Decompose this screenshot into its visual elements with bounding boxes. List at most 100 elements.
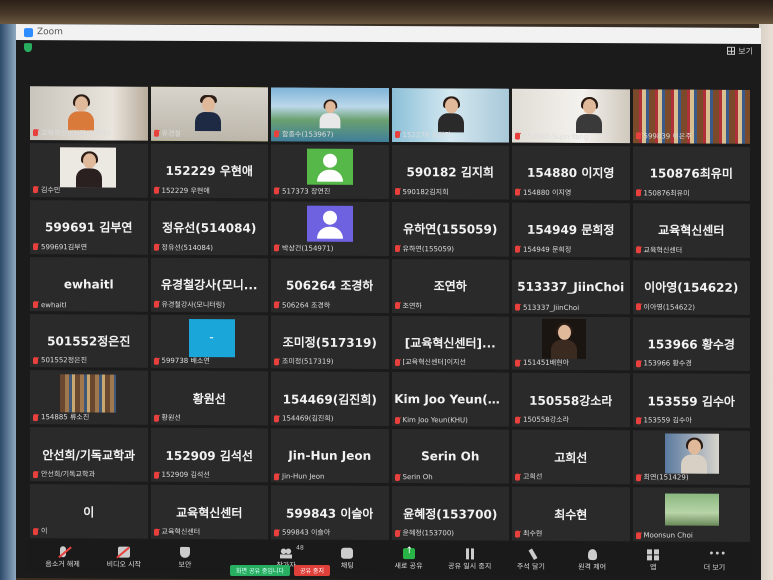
participant-tile[interactable]: 153680-Sujin Yang	[512, 88, 630, 144]
participant-name: [교육혁신센터]이지선	[402, 358, 466, 367]
muted-mic-icon	[153, 187, 159, 195]
participant-tile[interactable]: 안선희/기독교학과 안선희/기독교학과	[30, 427, 148, 482]
participant-name: 이	[41, 527, 48, 536]
muted-mic-icon	[153, 528, 159, 536]
participant-tile[interactable]: 최수현 최수현	[512, 486, 630, 542]
participant-display-name: Serin Oh	[421, 449, 480, 464]
participant-tile[interactable]: 151451배현아	[512, 316, 630, 371]
muted-mic-icon	[394, 416, 400, 424]
participant-display-name: Jin-Hun Jeon	[288, 448, 372, 464]
participant-tile[interactable]: 154469(김진희) 154469(김진희)	[271, 371, 389, 427]
pause-share-button[interactable]: 공유 일시 중지	[439, 548, 500, 571]
participant-tile[interactable]: 이이	[30, 484, 148, 539]
muted-mic-icon	[274, 473, 279, 481]
participant-name: Moonsun Choi	[643, 531, 693, 540]
unmute-button[interactable]: 음소거 해제	[32, 546, 93, 569]
participant-tile[interactable]: 박상건(154971)	[271, 201, 389, 256]
participant-tile[interactable]: 154880 이지영 154880 이지영	[512, 145, 630, 201]
participant-name: 150876최유미	[643, 189, 690, 198]
participant-tile[interactable]: 유경철강사(모니... 유경철강사(모니터링)	[150, 257, 268, 312]
participant-tile[interactable]: Serin Oh Serin Oh	[391, 429, 509, 484]
participant-display-name: 안선희/기독교학과	[42, 447, 136, 463]
security-button[interactable]: 보안	[154, 546, 215, 570]
encryption-shield-icon[interactable]	[24, 42, 32, 52]
more-button[interactable]: ••• 더 보기	[684, 549, 745, 573]
participant-tile[interactable]: 501552정은진 501552정은진	[30, 313, 148, 369]
participant-tile[interactable]: 513337_JiinChoi 513337_JiinChoi	[512, 259, 630, 314]
participant-tile[interactable]: 유하연(155059) 유하연(155059)	[391, 201, 509, 257]
participant-name-label: 152278 김현진	[394, 130, 507, 141]
muted-mic-icon	[635, 531, 641, 539]
participant-tile[interactable]: 506264 조경하 506264 조경하	[271, 258, 389, 313]
participant-tile[interactable]: -599738 배소연	[150, 314, 268, 369]
participant-name: 599839 이은주	[643, 132, 692, 141]
participant-name: 513337_JiinChoi	[523, 303, 580, 312]
participant-name-label: Jin-Hun Jeon	[274, 473, 386, 482]
participant-tile[interactable]: 150876최유미 150876최유미	[632, 146, 750, 201]
stop-share-button[interactable]: 공유 중지	[293, 565, 330, 576]
participant-name: 501552정은진	[41, 356, 88, 365]
participant-tile[interactable]: 정유선(514084) 정유선(514084)	[150, 200, 268, 255]
participant-tile[interactable]: 153559 김수아 153559 김수아	[632, 373, 750, 429]
participant-tile[interactable]: 김수민	[30, 142, 148, 198]
muted-mic-icon	[394, 302, 400, 310]
participant-tile[interactable]: 이아영(154622) 이아영(154622)	[632, 259, 750, 315]
participant-tile[interactable]: 고희선 고희선	[512, 429, 630, 485]
participant-tile[interactable]: ewhaitl ewhaitl	[30, 256, 148, 312]
participant-tile[interactable]: 152229 우현애 152229 우현애	[150, 143, 268, 199]
participant-tile[interactable]: 517373 장연진	[271, 144, 389, 199]
remote-control-label: 원격 제어	[578, 562, 607, 572]
participant-tile[interactable]: 교육혁신센터 교육혁신센터	[632, 203, 750, 258]
muted-mic-icon	[635, 132, 641, 140]
participant-display-name: 이아영(154622)	[644, 280, 739, 295]
participant-display-name: 152909 김석선	[165, 448, 253, 463]
participant-tile[interactable]: 154885 류소진	[30, 370, 148, 425]
participant-tile[interactable]: Jin-Hun Jeon Jin-Hun Jeon	[271, 428, 389, 484]
participant-tile[interactable]: 황원선 황원선	[150, 371, 268, 426]
participant-tile[interactable]: 153966 황수경 153966 황수경	[632, 316, 750, 372]
participant-tile[interactable]: 조연하 조연하	[391, 258, 509, 314]
muted-mic-icon	[33, 527, 38, 535]
participant-tile[interactable]: 유경철	[150, 86, 268, 142]
meeting-toolbar: 음소거 해제 비디오 시작 보안 48 참가자 채팅 새로 공유 공유 일시 중…	[26, 540, 751, 576]
chat-icon	[341, 547, 354, 559]
participant-tile[interactable]: 599691 김부연 599691김부연	[30, 199, 148, 255]
participant-name-label: 교육혁신센터	[153, 527, 266, 538]
participant-tile[interactable]: 교육혁신센터장(이혁주)	[30, 86, 148, 141]
remote-control-button[interactable]: 원격 제어	[562, 549, 623, 572]
participant-tile[interactable]: 조미정(517319) 조미정(517319)	[271, 314, 389, 370]
start-video-button[interactable]: 비디오 시작	[93, 546, 154, 569]
participant-tile[interactable]: 152278 김현진	[391, 88, 509, 143]
participant-tile[interactable]: 함종수(153967)	[271, 87, 389, 142]
muted-mic-icon	[153, 414, 159, 422]
window-title: Zoom	[37, 27, 63, 38]
participant-tile[interactable]: 윤혜정(153700) 윤혜정(153700)	[391, 486, 509, 541]
participant-tile[interactable]: [교육혁신센터]... [교육혁신센터]이지선	[391, 315, 509, 371]
participant-tile[interactable]: Moonsun Choi	[632, 487, 750, 542]
participant-display-name: 501552정은진	[47, 334, 131, 349]
participant-name-label: 150876최유미	[635, 188, 748, 199]
participant-tile[interactable]: 150558강소라 150558강소라	[512, 373, 630, 428]
apps-button[interactable]: 앱	[623, 549, 684, 572]
muted-mic-icon	[635, 360, 641, 368]
participant-display-name: [교육혁신센터]...	[404, 336, 496, 351]
participant-display-name: 교육혁신센터	[176, 505, 243, 520]
muted-mic-icon	[274, 187, 279, 195]
participant-tile[interactable]: 최연(151429)	[632, 430, 750, 486]
annotate-button[interactable]: 주석 달기	[500, 548, 561, 572]
participant-name-label: 황원선	[153, 413, 266, 424]
participant-tile[interactable]: 교육혁신센터 교육혁신센터	[150, 484, 268, 540]
photo-top-edge	[0, 0, 773, 24]
participant-tile[interactable]: 599839 이은주	[632, 89, 750, 144]
participant-tile[interactable]: Kim Joo Yeun(K... Kim Joo Yeun(KHU)	[391, 372, 509, 427]
participant-tile[interactable]: 152909 김석선 152909 김석선	[150, 428, 268, 483]
participant-name: 153680-Sujin Yang	[523, 132, 589, 141]
participant-tile[interactable]: 154949 문희정 154949 문희정	[512, 202, 630, 257]
view-button[interactable]: 보기	[727, 45, 753, 56]
new-share-button[interactable]: 새로 공유	[378, 548, 439, 571]
participant-display-name: 150558강소라	[529, 393, 613, 408]
participant-name-label: 153559 김수아	[635, 416, 748, 427]
participant-display-name: 조연하	[433, 279, 467, 294]
participant-tile[interactable]: 599843 이슬아 599843 이슬아	[271, 485, 389, 540]
participant-tile[interactable]: 590182 김지희 590182김지희	[391, 144, 509, 200]
